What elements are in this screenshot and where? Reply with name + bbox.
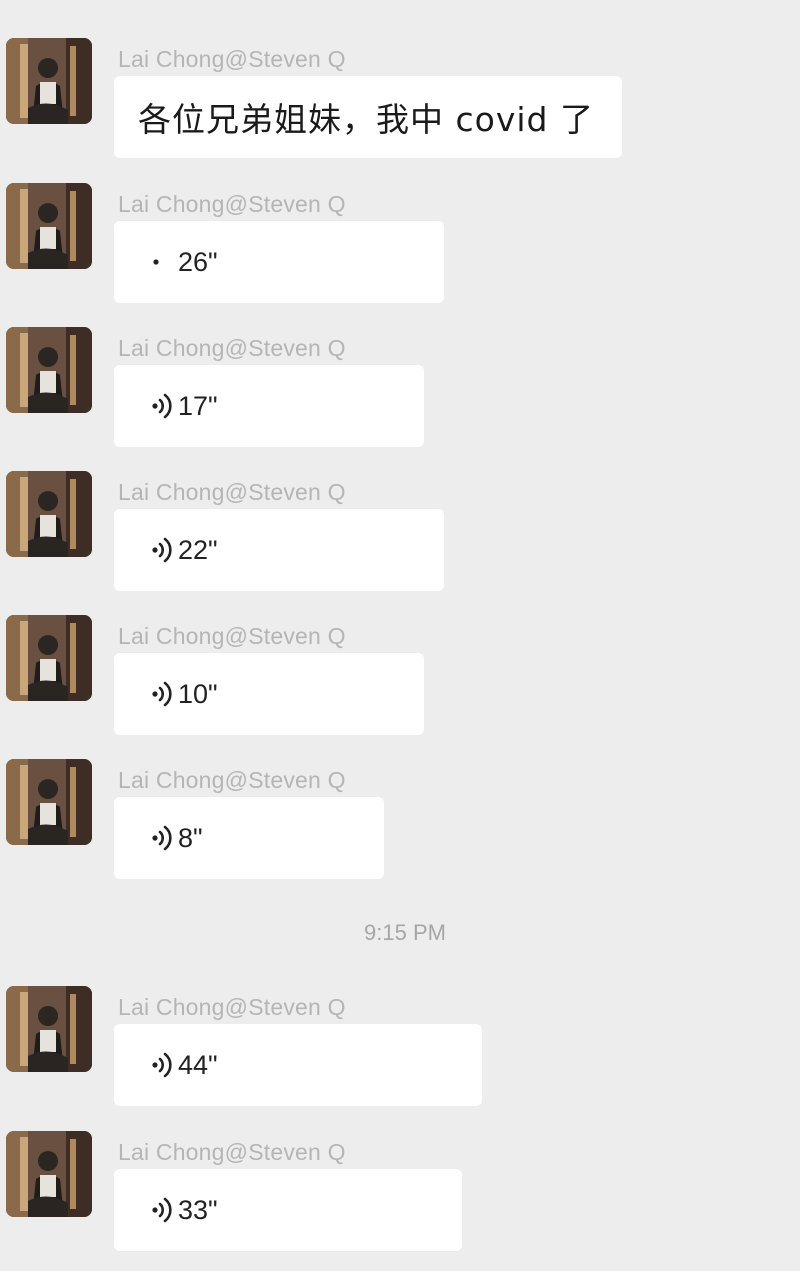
message-row: Lai Chong@Steven Q 26" <box>0 183 800 323</box>
voice-wave-icon <box>150 390 176 422</box>
sender-name: Lai Chong@Steven Q <box>118 994 346 1020</box>
sender-name: Lai Chong@Steven Q <box>118 191 346 217</box>
voice-wave-icon <box>150 246 176 278</box>
sender-name: Lai Chong@Steven Q <box>118 623 346 649</box>
message-row: Lai Chong@Steven Q 各位兄弟姐妹，我中 covid 了 <box>0 38 800 178</box>
avatar[interactable] <box>6 471 92 557</box>
voice-duration: 8" <box>178 822 203 853</box>
voice-duration: 17" <box>178 390 218 421</box>
avatar[interactable] <box>6 615 92 701</box>
voice-message-bubble[interactable]: 44" <box>114 1024 482 1106</box>
avatar[interactable] <box>6 986 92 1072</box>
voice-wave-icon <box>150 822 176 854</box>
sender-name: Lai Chong@Steven Q <box>118 46 346 72</box>
avatar[interactable] <box>6 38 92 124</box>
sender-name: Lai Chong@Steven Q <box>118 1139 346 1165</box>
avatar[interactable] <box>6 327 92 413</box>
text-message-bubble[interactable]: 各位兄弟姐妹，我中 covid 了 <box>114 76 622 158</box>
voice-wave-icon <box>150 534 176 566</box>
sender-name: Lai Chong@Steven Q <box>118 479 346 505</box>
avatar[interactable] <box>6 759 92 845</box>
voice-message-bubble[interactable]: 33" <box>114 1169 462 1251</box>
message-row: Lai Chong@Steven Q 8" <box>0 759 800 899</box>
voice-wave-icon <box>150 1194 176 1226</box>
timestamp-divider: 9:15 PM <box>364 920 446 945</box>
message-row: Lai Chong@Steven Q 33" <box>0 1131 800 1271</box>
voice-message-bubble[interactable]: 8" <box>114 797 384 879</box>
sender-name: Lai Chong@Steven Q <box>118 767 346 793</box>
message-row: Lai Chong@Steven Q 22" <box>0 471 800 611</box>
voice-duration: 44" <box>178 1049 218 1080</box>
voice-wave-icon <box>150 1049 176 1081</box>
voice-duration: 10" <box>178 678 218 709</box>
avatar[interactable] <box>6 183 92 269</box>
voice-message-bubble[interactable]: 26" <box>114 221 444 303</box>
voice-duration: 22" <box>178 534 218 565</box>
voice-duration: 33" <box>178 1194 218 1225</box>
sender-name: Lai Chong@Steven Q <box>118 335 346 361</box>
message-row: Lai Chong@Steven Q 17" <box>0 327 800 467</box>
voice-duration: 26" <box>178 246 218 277</box>
voice-message-bubble[interactable]: 22" <box>114 509 444 591</box>
message-row: Lai Chong@Steven Q 44" <box>0 986 800 1126</box>
avatar[interactable] <box>6 1131 92 1217</box>
chat-thread: Lai Chong@Steven Q 各位兄弟姐妹，我中 covid 了 Lai… <box>0 0 800 1251</box>
voice-message-bubble[interactable]: 10" <box>114 653 424 735</box>
voice-message-bubble[interactable]: 17" <box>114 365 424 447</box>
voice-wave-icon <box>150 678 176 710</box>
message-row: Lai Chong@Steven Q 10" <box>0 615 800 755</box>
